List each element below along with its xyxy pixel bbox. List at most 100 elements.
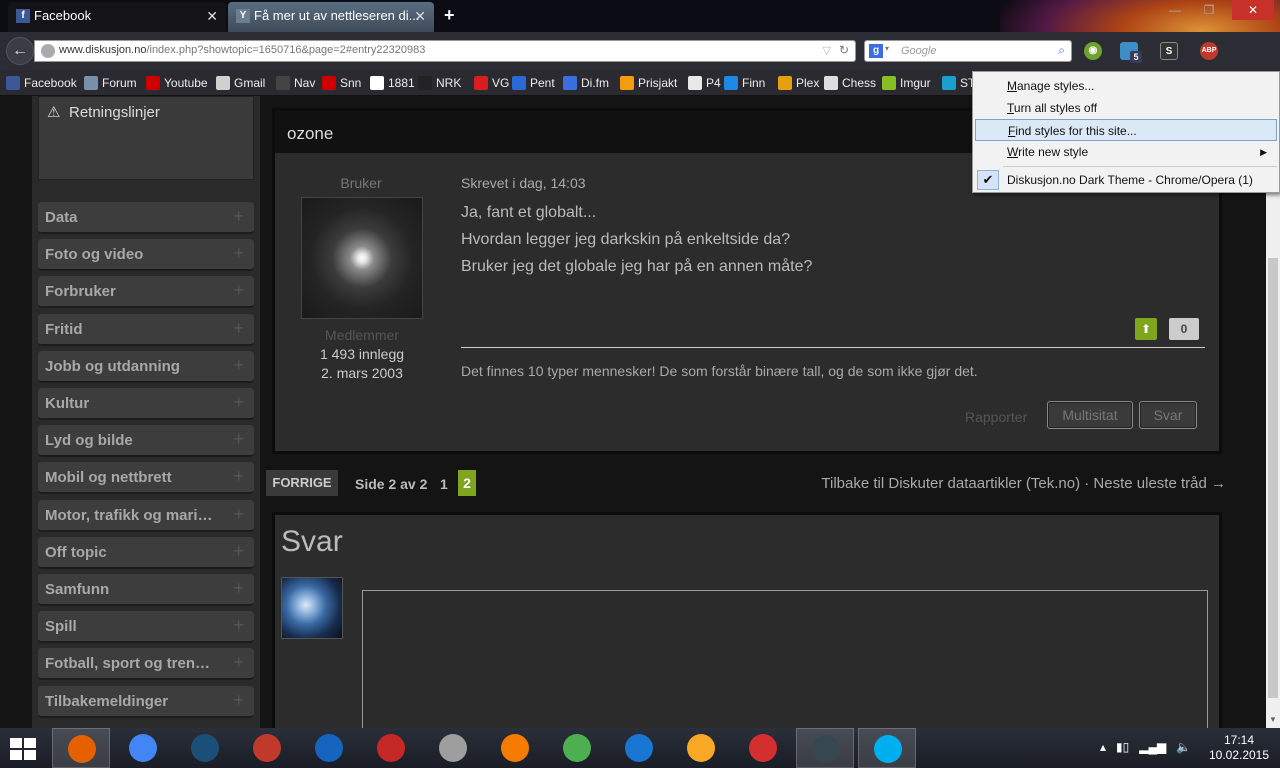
bookmark-star-icon[interactable]: ▽ (823, 44, 831, 57)
expand-plus-icon[interactable]: + (233, 392, 244, 413)
expand-plus-icon[interactable]: + (233, 690, 244, 711)
google-icon[interactable]: g (869, 44, 883, 58)
category-item[interactable]: Spill + (38, 611, 254, 644)
bookmark-plex[interactable]: Plex (778, 75, 819, 91)
sync-icon[interactable]: ◉ (1084, 42, 1102, 60)
adblock-icon[interactable]: ABP (1200, 42, 1218, 60)
category-item[interactable]: Samfunn + (38, 574, 254, 606)
menu-write-new-style[interactable]: Write new style ▶ (975, 141, 1277, 163)
upvote-arrow-icon[interactable]: ⬆ (1135, 318, 1157, 340)
page-1-link[interactable]: 1 (440, 476, 448, 492)
windows-start-icon[interactable] (10, 738, 36, 760)
bookmark-forum[interactable]: Forum (84, 75, 137, 91)
category-item[interactable]: Foto og video + (38, 239, 254, 272)
category-item[interactable]: Forbruker + (38, 276, 254, 309)
category-item[interactable]: Fotball, sport og tren… + (38, 648, 254, 681)
bookmark-pent[interactable]: Pent (512, 75, 555, 91)
reload-icon[interactable]: ↻ (839, 43, 849, 57)
tab-facebook[interactable]: f Facebook ✕ (8, 2, 226, 32)
expand-plus-icon[interactable]: + (233, 243, 244, 264)
bookmark-snn[interactable]: Snn (322, 75, 361, 91)
expand-plus-icon[interactable]: + (233, 280, 244, 301)
previous-page-button[interactable]: FORRIGE (266, 470, 338, 496)
close-window-button[interactable]: ✕ (1232, 0, 1274, 20)
tab-close-icon[interactable]: ✕ (206, 2, 218, 30)
taskbar-popcorn[interactable] (734, 728, 792, 768)
search-icon[interactable]: ⌕ (1058, 43, 1065, 58)
category-item[interactable]: Data + (38, 202, 254, 234)
bookmark-di-fm[interactable]: Di.fm (563, 75, 609, 91)
expand-plus-icon[interactable]: + (233, 652, 244, 673)
bookmark-st[interactable]: ST (942, 75, 975, 91)
report-link[interactable]: Rapporter (965, 409, 1027, 425)
expand-plus-icon[interactable]: + (233, 541, 244, 562)
expand-plus-icon[interactable]: + (233, 504, 244, 525)
bookmark-nrk[interactable]: NRK (418, 75, 461, 91)
taskbar-wall[interactable] (424, 728, 482, 768)
new-tab-button[interactable]: + (444, 5, 455, 26)
bookmark-p4[interactable]: P4 (688, 75, 721, 91)
bookmark-prisjakt[interactable]: Prisjakt (620, 75, 677, 91)
reply-button[interactable]: Svar (1139, 401, 1197, 429)
bookmark-gmail[interactable]: Gmail (216, 75, 265, 91)
minimize-button[interactable]: — (1160, 0, 1190, 20)
category-item[interactable]: Tilbakemeldinger + (38, 685, 254, 718)
bookmark-facebook[interactable]: Facebook (6, 75, 77, 91)
engine-dropdown-icon[interactable]: ▾ (885, 44, 889, 53)
menu-manage-styles[interactable]: Manage styles... (975, 75, 1277, 97)
expand-plus-icon[interactable]: + (233, 578, 244, 599)
search-bar[interactable]: g ▾ Google ⌕ (864, 40, 1072, 62)
menu-dark-theme-style[interactable]: Diskusjon.no Dark Theme - Chrome/Opera (… (975, 169, 1277, 191)
tab-diskusjon[interactable]: Y Få mer ut av nettleseren di... ✕ (228, 2, 434, 32)
post-username[interactable]: ozone (287, 124, 333, 144)
category-item[interactable]: Fritid + (38, 313, 254, 346)
url-text[interactable]: www.diskusjon.no/index.php?showtopic=165… (59, 44, 425, 56)
taskbar-blocked[interactable] (362, 728, 420, 768)
taskbar-skype[interactable] (858, 728, 916, 768)
expand-plus-icon[interactable]: + (233, 466, 244, 487)
reply-editor[interactable] (362, 590, 1208, 728)
taskbar-ccleaner[interactable] (238, 728, 296, 768)
back-button[interactable]: ← (6, 37, 34, 65)
taskbar-winamp[interactable] (672, 728, 730, 768)
back-to-forum-link[interactable]: Tilbake til Diskuter dataartikler (Tek.n… (821, 475, 1226, 492)
bookmark-imgur[interactable]: Imgur (882, 75, 931, 91)
bookmark-chess[interactable]: Chess (824, 75, 876, 91)
taskbar-malwarebytes[interactable] (300, 728, 358, 768)
category-item[interactable]: Kultur + (38, 388, 254, 420)
guidelines-link[interactable]: Retningslinjer (69, 104, 160, 121)
menu-find-styles[interactable]: Find styles for this site... (975, 119, 1277, 141)
bookmark-nav[interactable]: Nav (276, 75, 315, 91)
category-item[interactable]: Mobil og nettbrett + (38, 462, 254, 495)
bookmark-finn[interactable]: Finn (724, 75, 765, 91)
user-avatar[interactable] (301, 197, 423, 319)
taskbar-phone[interactable] (610, 728, 668, 768)
bookmark-vg[interactable]: VG (474, 75, 509, 91)
expand-plus-icon[interactable]: + (233, 429, 244, 450)
bookmark-youtube[interactable]: Youtube (146, 75, 208, 91)
maximize-button[interactable]: ❐ (1194, 0, 1224, 20)
taskbar-firefox[interactable] (52, 728, 110, 768)
expand-plus-icon[interactable]: + (233, 615, 244, 636)
category-item[interactable]: Motor, trafikk og mari… + (38, 499, 254, 532)
system-tray[interactable]: ▴ ▮▯ ▂▄▆ 🔈 (1100, 740, 1191, 754)
clock[interactable]: 17:14 10.02.2015 (1204, 733, 1274, 763)
multiquote-button[interactable]: Multisitat (1047, 401, 1133, 429)
scroll-down-arrow-icon[interactable]: ▼ (1269, 715, 1277, 724)
taskbar-orange-app[interactable] (486, 728, 544, 768)
expand-plus-icon[interactable]: + (233, 355, 244, 376)
menu-turn-styles-off[interactable]: Turn all styles off (975, 97, 1277, 119)
stylish-icon[interactable]: S (1160, 42, 1178, 60)
tab-close-icon[interactable]: ✕ (414, 2, 426, 30)
category-item[interactable]: Jobb og utdanning + (38, 350, 254, 383)
address-bar[interactable]: www.diskusjon.no/index.php?showtopic=165… (34, 40, 856, 62)
scrollbar-thumb[interactable] (1268, 258, 1278, 698)
extension-icon[interactable]: 5 (1120, 42, 1142, 63)
taskbar-utorrent[interactable] (548, 728, 606, 768)
taskbar-chrome[interactable] (114, 728, 172, 768)
category-item[interactable]: Off topic + (38, 536, 254, 569)
taskbar-steam[interactable] (176, 728, 234, 768)
bookmark-1881[interactable]: 1881 (370, 75, 415, 91)
taskbar-mouse[interactable] (796, 728, 854, 768)
expand-plus-icon[interactable]: + (233, 206, 244, 227)
